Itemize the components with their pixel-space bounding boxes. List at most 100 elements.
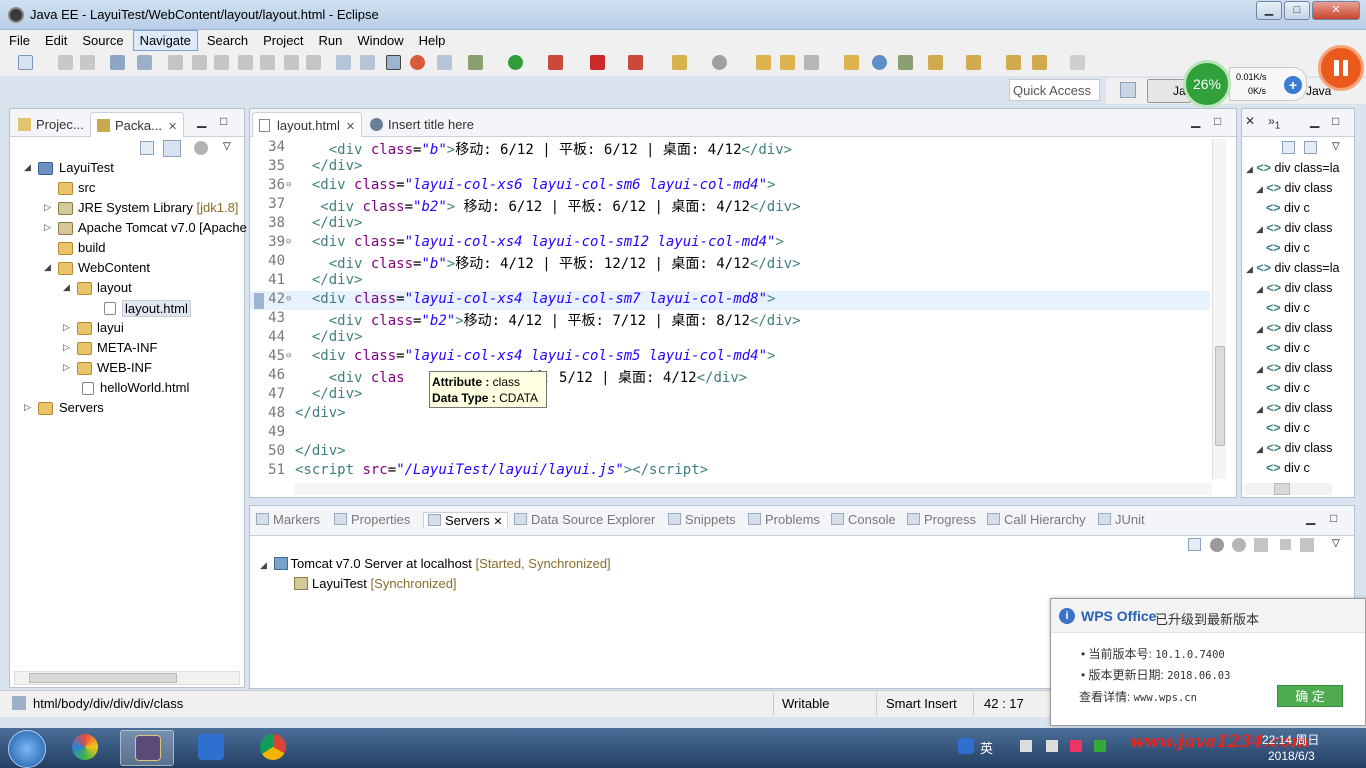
view-menu-icon[interactable]: ▽ <box>1332 538 1340 549</box>
outline-item[interactable]: <> div c <box>1266 421 1310 435</box>
settings-icon[interactable] <box>712 55 727 70</box>
outline-item[interactable]: ◢ <> div class <box>1256 321 1332 335</box>
menu-window[interactable]: Window <box>351 31 409 50</box>
taskbar-app-wps[interactable] <box>184 730 238 766</box>
code-line[interactable]: 38 </div> <box>250 215 1210 234</box>
outline-item[interactable]: ◢ <> div class=la <box>1246 261 1339 275</box>
expand-arrow-icon[interactable]: ◢ <box>1256 184 1263 194</box>
tab-call-hierarchy[interactable]: Call Hierarchy <box>987 512 1086 527</box>
fold-icon[interactable]: ⊖ <box>286 237 291 247</box>
collapse-all-icon[interactable] <box>140 141 154 155</box>
stop-server-icon[interactable] <box>1280 539 1291 550</box>
sort-icon[interactable] <box>1282 141 1295 154</box>
horizontal-scrollbar[interactable] <box>294 483 1212 495</box>
outline-item[interactable]: ◢ <> div class <box>1256 221 1332 235</box>
outline-hscroll[interactable] <box>1244 483 1332 495</box>
debug-icon[interactable] <box>468 55 483 70</box>
menu-navigate[interactable]: Navigate <box>132 30 198 51</box>
code-line[interactable]: 48 </div> <box>250 405 1210 424</box>
open-folder-icon[interactable] <box>756 55 771 70</box>
run-icon[interactable] <box>508 55 523 70</box>
new-server-icon[interactable] <box>672 55 687 70</box>
scroll-thumb[interactable] <box>29 673 177 683</box>
menu-search[interactable]: Search <box>201 31 254 50</box>
external-tools-icon[interactable] <box>548 55 563 70</box>
web-browser-icon[interactable] <box>410 55 425 70</box>
debug-server-icon[interactable] <box>1210 538 1224 552</box>
step-over-icon[interactable] <box>284 55 299 70</box>
next-annotation-icon[interactable] <box>898 55 913 70</box>
tab-problems[interactable]: Problems <box>748 512 820 527</box>
code-line[interactable]: 37 <div class="b2"> 移动: 6/12 | 平板: 6/12 … <box>250 196 1210 215</box>
tray-icon[interactable] <box>1070 740 1082 752</box>
ime-icon[interactable] <box>958 738 974 754</box>
taskbar-app-eclipse[interactable] <box>120 730 174 766</box>
tab-insert-title[interactable]: Insert title here <box>364 112 480 137</box>
outline-item[interactable]: <> div c <box>1266 381 1310 395</box>
code-line[interactable]: 41 </div> <box>250 272 1210 291</box>
vertical-scrollbar[interactable] <box>1212 139 1226 479</box>
code-line[interactable]: 39 ⊖ <div class="layui-col-xs4 layui-col-… <box>250 234 1210 253</box>
expand-arrow-icon[interactable]: ◢ <box>1246 164 1253 174</box>
tab-package-explorer[interactable]: Packa... ✕ <box>90 112 185 137</box>
forward-icon[interactable] <box>1070 55 1085 70</box>
code-line[interactable]: 43 <div class="b2">移动: 4/12 | 平板: 7/12 |… <box>250 310 1210 329</box>
stop-icon[interactable] <box>214 55 229 70</box>
code-line[interactable]: 50 </div> <box>250 443 1210 462</box>
code-line[interactable]: 45 ⊖ <div class="layui-col-xs4 layui-col-… <box>250 348 1210 367</box>
fold-icon[interactable]: ⊖ <box>286 180 291 190</box>
server-row[interactable]: ◢ Tomcat v7.0 Server at localhost [Start… <box>260 556 611 571</box>
back-history-icon[interactable] <box>1006 55 1021 70</box>
open-file-icon[interactable] <box>780 55 795 70</box>
menu-source[interactable]: Source <box>76 31 129 50</box>
close-icon[interactable]: ✕ <box>493 516 502 528</box>
menu-run[interactable]: Run <box>313 31 349 50</box>
start-server-icon[interactable] <box>1232 538 1246 552</box>
tab-properties[interactable]: Properties <box>334 512 410 527</box>
save-icon[interactable] <box>58 55 73 70</box>
outline-item[interactable]: <> div c <box>1266 301 1310 315</box>
new-icon[interactable] <box>18 55 33 70</box>
minimize-icon[interactable]: ▁ <box>1310 114 1319 128</box>
tray-icon[interactable] <box>1020 740 1032 752</box>
search-icon[interactable] <box>804 55 819 70</box>
pause-recording-icon[interactable] <box>1318 45 1364 91</box>
code-line[interactable]: 47 </div> <box>250 386 1210 405</box>
toggle-block-icon[interactable] <box>386 55 401 70</box>
wps-ok-button[interactable]: 确 定 <box>1277 685 1343 707</box>
code-line[interactable]: 35 </div> <box>250 158 1210 177</box>
tab-console[interactable]: Console <box>831 512 896 527</box>
close-icon[interactable]: ✕ <box>346 121 355 133</box>
expand-arrow-icon[interactable]: ◢ <box>1256 224 1263 234</box>
menu-edit[interactable]: Edit <box>39 31 73 50</box>
expand-arrow-icon[interactable]: ◢ <box>1246 264 1253 274</box>
minimize-icon[interactable]: ▁ <box>197 114 206 128</box>
outline-item[interactable]: <> div c <box>1266 201 1310 215</box>
code-area[interactable]: 34 <div class="b">移动: 6/12 | 平板: 6/12 | … <box>250 139 1212 483</box>
code-line[interactable]: 49 <box>250 424 1210 443</box>
menu-project[interactable]: Project <box>257 31 309 50</box>
code-line[interactable]: 40 <div class="b">移动: 4/12 | 平板: 12/12 |… <box>250 253 1210 272</box>
prev-annotation-icon[interactable] <box>928 55 943 70</box>
minimize-icon[interactable]: ▁ <box>1306 511 1315 525</box>
maximize-icon[interactable]: □ <box>1330 511 1337 525</box>
outline-item[interactable]: ◢ <> div class <box>1256 361 1332 375</box>
outline-item[interactable]: <> div c <box>1266 461 1310 475</box>
code-line[interactable]: 51 <script src="/LayuiTest/layui/layui.js… <box>250 462 1210 481</box>
step-into-icon[interactable] <box>260 55 275 70</box>
expand-arrow-icon[interactable]: ◢ <box>1256 404 1263 414</box>
code-line[interactable]: 46 <div clas 2 | 平板: 5/12 | 桌面: 4/12</di… <box>250 367 1210 386</box>
tab-servers[interactable]: Servers ✕ <box>423 512 508 528</box>
outline-item[interactable]: ◢ <> div class <box>1256 281 1332 295</box>
pin-icon[interactable] <box>137 55 152 70</box>
fold-icon[interactable]: ⊖ <box>286 294 291 304</box>
overflow-tabs[interactable]: »1 <box>1268 114 1280 131</box>
back-icon[interactable] <box>1032 55 1047 70</box>
menu-file[interactable]: File <box>3 31 36 50</box>
tab-data-source[interactable]: Data Source Explorer <box>514 512 655 527</box>
outline-item[interactable]: ◢ <> div class <box>1256 441 1332 455</box>
close-button[interactable]: ✕ <box>1312 1 1360 20</box>
maximize-icon[interactable]: □ <box>1332 114 1339 128</box>
stop-server-icon[interactable] <box>590 55 605 70</box>
code-line[interactable]: 44 </div> <box>250 329 1210 348</box>
